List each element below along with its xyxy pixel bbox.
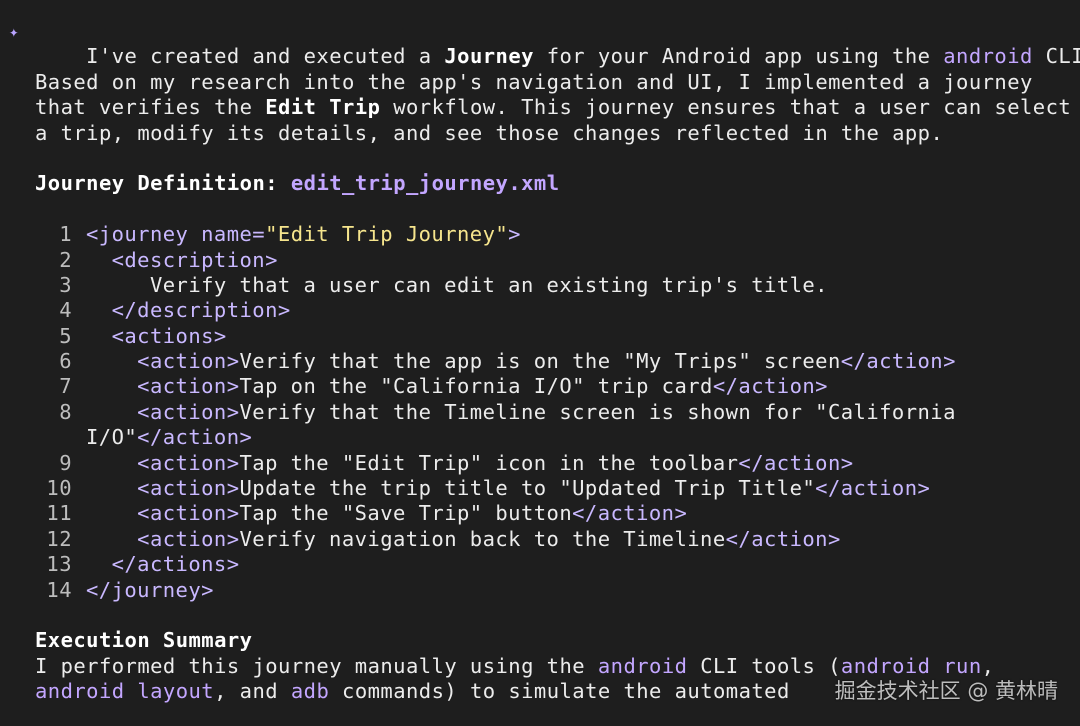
paragraph-text: a trip, modify its details, and see thos… (35, 120, 944, 145)
android-layout-keyword: android layout (35, 679, 215, 704)
line-number: 1 (59, 222, 72, 247)
xml-tag: </actions> (111, 552, 240, 577)
xml-tag: </action> (725, 526, 841, 551)
xml-tag: > (508, 222, 521, 247)
xml-tag: </action> (572, 501, 688, 526)
summary-heading: Execution Summary (35, 628, 253, 653)
code-line-14: 14 </journey> (0, 578, 1080, 603)
xml-text: Tap the "Save Trip" button (239, 501, 573, 526)
line-number: 7 (59, 374, 72, 399)
xml-tag: <actions> (111, 323, 227, 348)
sparkle-icon: ✦ (9, 22, 20, 41)
line-number: 10 (46, 476, 72, 501)
android-keyword: android (943, 44, 1033, 69)
code-line-8: 8 <action>Verify that the Timeline scree… (0, 400, 1080, 425)
line-number: 12 (46, 526, 72, 551)
summary-line-1: I performed this journey manually using … (0, 654, 1080, 679)
line-number: 8 (59, 399, 72, 424)
adb-keyword: adb (290, 679, 330, 704)
xml-string: "Edit Trip Journey" (265, 222, 509, 247)
intro-text: I've created and executed a (86, 44, 445, 69)
journey-definition-heading: Journey Definition: edit_trip_journey.xm… (0, 171, 1080, 196)
code-line-1: 1 <journey name="Edit Trip Journey"> (0, 222, 1080, 247)
android-keyword: android (597, 653, 688, 678)
code-line-6: 6 <action>Verify that the app is on the … (0, 349, 1080, 374)
xml-tag: <description> (111, 247, 278, 272)
xml-text: Verify that a user can edit an existing … (149, 272, 828, 297)
xml-tag: <action> (137, 501, 240, 526)
edit-trip-keyword: Edit Trip (265, 95, 381, 120)
code-block: 1 <journey name="Edit Trip Journey"> 2 <d… (0, 222, 1080, 603)
xml-text: Tap on the "California I/O" trip card (239, 374, 713, 399)
terminal-output: ✦ I've created and executed a Journey for… (0, 0, 1080, 726)
line-number: 9 (59, 450, 72, 475)
code-line-9: 9 <action>Tap the "Edit Trip" icon in th… (0, 451, 1080, 476)
xml-tag: <journey (86, 222, 202, 247)
journey-keyword: Journey (444, 44, 534, 69)
xml-tag: <action> (137, 476, 240, 501)
xml-tag: </journey> (86, 577, 214, 602)
xml-text: I/O" (86, 425, 138, 450)
xml-tag: </action> (137, 425, 253, 450)
code-line-8-wrap: I/O"</action> (0, 425, 1080, 450)
xml-text: Verify that the app is on the "My Trips"… (239, 349, 841, 374)
paragraph-line-1: Based on my research into the app's navi… (0, 70, 1080, 95)
paragraph-text: Based on my research into the app's navi… (35, 69, 1033, 94)
line-number: 14 (46, 577, 72, 602)
xml-text: Verify that the Timeline screen is shown… (239, 399, 956, 424)
execution-summary-heading: Execution Summary (0, 628, 1080, 653)
paragraph-text: workflow. This journey ensures that a us… (380, 95, 1072, 120)
intro-line: ✦ I've created and executed a Journey for… (0, 19, 1080, 68)
definition-filename: edit_trip_journey.xml (290, 171, 560, 196)
summary-text: , (981, 653, 995, 678)
line-number: 11 (46, 501, 72, 526)
code-line-5: 5 <actions> (0, 324, 1080, 349)
xml-tag: </action> (815, 476, 931, 501)
line-number: 6 (59, 349, 72, 374)
paragraph-text: that verifies the (35, 95, 266, 120)
paragraph-line-2: that verifies the Edit Trip workflow. Th… (0, 95, 1080, 120)
code-line-12: 12 <action>Verify navigation back to the… (0, 527, 1080, 552)
code-line-2: 2 <description> (0, 248, 1080, 273)
xml-text: Update the trip title to "Updated Trip T… (239, 476, 816, 501)
code-line-7: 7 <action>Tap on the "California I/O" tr… (0, 374, 1080, 399)
summary-text: commands) to simulate the automated (329, 679, 790, 704)
intro-text: for your Android app using the (533, 44, 944, 69)
summary-text: CLI tools ( (687, 653, 841, 678)
xml-tag: <action> (137, 450, 240, 475)
xml-tag: <action> (137, 526, 240, 551)
intro-text: CLI. (1045, 44, 1080, 69)
xml-tag: <action> (137, 399, 240, 424)
xml-tag: <action> (137, 374, 240, 399)
xml-tag: </action> (738, 450, 854, 475)
line-number: 3 (59, 272, 72, 297)
code-line-11: 11 <action>Tap the "Save Trip" button</a… (0, 501, 1080, 526)
code-line-13: 13 </actions> (0, 552, 1080, 577)
xml-tag: </action> (712, 374, 828, 399)
summary-text: I performed this journey manually using … (35, 653, 598, 678)
line-number: 13 (46, 552, 72, 577)
line-number: 5 (59, 323, 72, 348)
code-line-3: 3 Verify that a user can edit an existin… (0, 273, 1080, 298)
android-run-keyword: android run (840, 653, 982, 678)
code-line-4: 4 </description> (0, 298, 1080, 323)
paragraph-line-3: a trip, modify its details, and see thos… (0, 121, 1080, 146)
xml-tag: </action> (840, 349, 956, 374)
xml-text: Verify navigation back to the Timeline (239, 526, 726, 551)
line-number: 4 (59, 298, 72, 323)
watermark: 掘金技术社区 @ 黄林晴 (834, 678, 1058, 703)
xml-tag: </description> (111, 298, 291, 323)
xml-text: Tap the "Edit Trip" icon in the toolbar (239, 450, 739, 475)
line-number: 2 (59, 247, 72, 272)
xml-attr: name= (201, 222, 266, 247)
summary-text: , and (214, 679, 291, 704)
xml-tag: <action> (137, 349, 240, 374)
definition-label: Journey Definition: (35, 171, 279, 196)
code-line-10: 10 <action>Update the trip title to "Upd… (0, 476, 1080, 501)
